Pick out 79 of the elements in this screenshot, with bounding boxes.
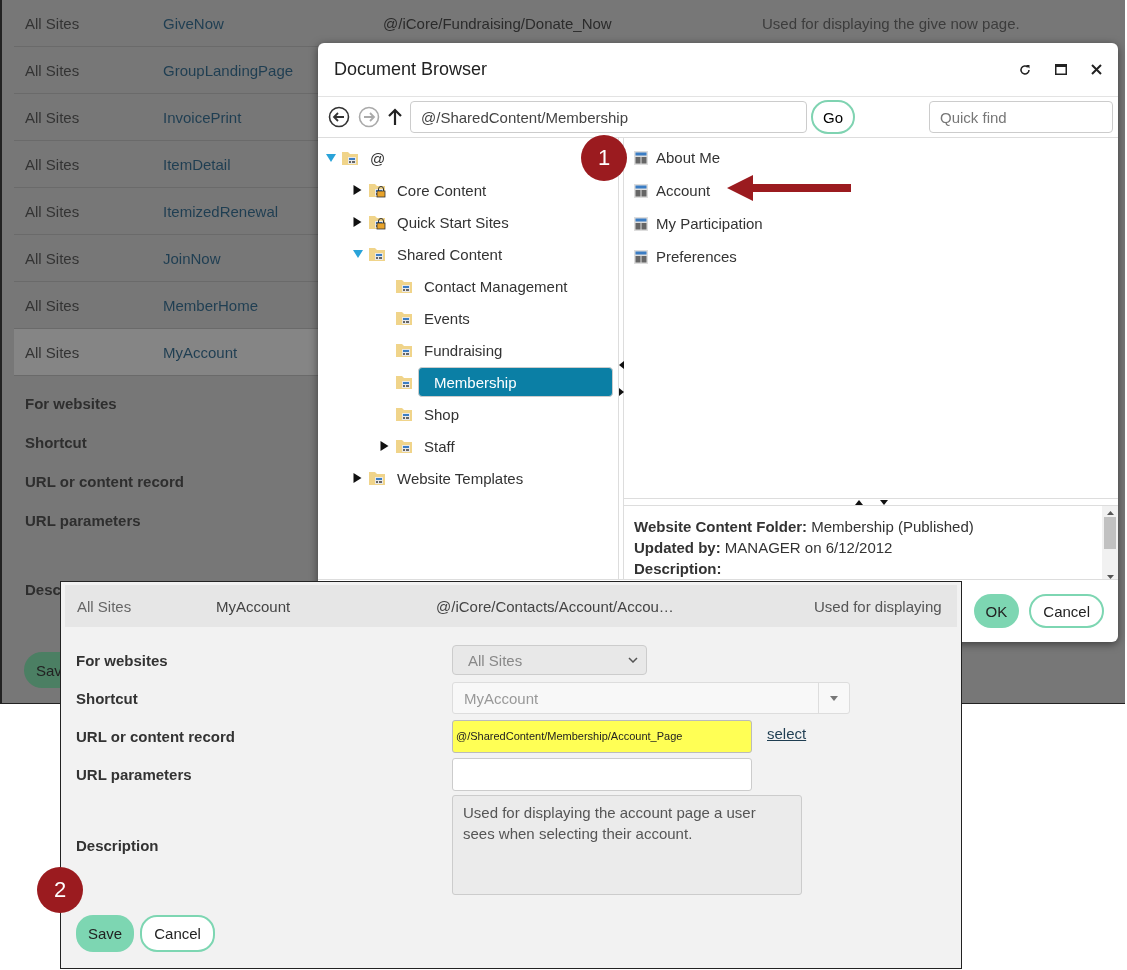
scrollbar[interactable] <box>1102 506 1118 579</box>
table-cell-text: All Sites <box>24 14 81 32</box>
refresh-icon[interactable] <box>1019 63 1031 76</box>
save-button[interactable]: Save <box>76 915 135 952</box>
ok-button[interactable]: OK <box>973 594 1020 628</box>
table-cell-text: @/iCore/Fundraising/Donate_Now <box>383 14 613 32</box>
table-cell: Used for displaying <box>814 597 942 615</box>
page-icon <box>634 249 648 264</box>
quick-find-field[interactable]: Quick find <box>929 101 1113 133</box>
document-item[interactable]: About Me <box>656 149 721 166</box>
dialog-title: Document Browser <box>334 59 489 80</box>
table-cell-text: All Sites <box>24 343 81 361</box>
field-label: Shortcut <box>76 689 139 707</box>
cancel-button[interactable]: Cancel <box>140 915 215 952</box>
table-cell-text: All Sites <box>24 108 81 126</box>
dropdown-arrow-icon[interactable] <box>830 695 838 701</box>
table-cell-text: All Sites <box>24 155 81 173</box>
table-cell-text: All Sites <box>24 249 81 267</box>
collapse-arrow-icon[interactable] <box>380 441 390 451</box>
collapse-arrow-icon[interactable] <box>353 473 363 483</box>
go-button[interactable]: Go <box>811 100 855 134</box>
page-icon <box>634 183 648 198</box>
back-icon[interactable] <box>328 106 350 128</box>
document-item[interactable]: Account <box>656 182 711 199</box>
tree-item[interactable]: Shop <box>418 399 466 429</box>
tree-item[interactable]: Events <box>418 303 476 333</box>
collapse-left-icon[interactable] <box>618 361 624 369</box>
close-icon[interactable] <box>1091 64 1102 75</box>
page-icon <box>634 216 648 231</box>
field-label: URL parameters <box>25 512 141 529</box>
field-label: Desc <box>25 581 61 598</box>
field-label: URL parameters <box>76 765 193 783</box>
cancel-button[interactable]: Cancel <box>1029 594 1104 628</box>
tree-item[interactable]: Website Templates <box>391 463 530 493</box>
document-item[interactable]: Preferences <box>656 248 737 265</box>
scroll-up-icon[interactable] <box>1106 511 1114 515</box>
table-cell-text: MyAccount <box>216 597 292 615</box>
page-icon <box>634 150 648 165</box>
collapse-down-icon[interactable] <box>879 500 888 505</box>
scroll-down-icon[interactable] <box>1106 575 1114 579</box>
maximize-icon[interactable] <box>1055 64 1067 75</box>
collapse-arrow-icon[interactable] <box>353 185 363 195</box>
detail-line: Website Content Folder: Membership (Published) <box>634 517 975 537</box>
field-label: For websites <box>25 395 117 412</box>
description-field[interactable]: Used for displaying the account page a user sees when selecting their account. <box>452 795 802 895</box>
expand-arrow-icon[interactable] <box>326 153 336 163</box>
tree-item[interactable]: Staff <box>418 431 461 461</box>
field-label: URL or content record <box>25 473 184 490</box>
expand-up-icon[interactable] <box>854 500 863 505</box>
url-field[interactable]: @/SharedContent/Membership/Account_Page <box>452 719 752 753</box>
tree-item[interactable]: @ <box>364 143 392 173</box>
table-cell-text: All Sites <box>24 61 81 79</box>
tree-item[interactable]: Shared Content <box>391 239 509 269</box>
field-label: Description <box>76 836 160 854</box>
url-parameters-field[interactable] <box>452 757 752 791</box>
field-label: Shortcut <box>25 434 87 451</box>
document-item[interactable]: My Participation <box>656 215 763 232</box>
collapse-arrow-icon[interactable] <box>353 217 363 227</box>
table-cell-text: All Sites <box>24 202 81 220</box>
select-link[interactable]: select <box>767 724 807 742</box>
tree-item[interactable]: Core Content <box>391 175 493 205</box>
detail-line: Updated by: MANAGER on 6/12/2012 <box>634 538 894 558</box>
tree-item[interactable]: Quick Start Sites <box>391 207 515 237</box>
up-arrow-icon[interactable] <box>388 108 402 126</box>
table-cell-text: All Sites <box>76 597 133 615</box>
step-badge: 2 <box>37 867 83 913</box>
table-cell-text: @/iCore/Contacts/Account/Accou… <box>436 597 675 615</box>
detail-line: Description: <box>634 559 723 579</box>
table-cell-text: All Sites <box>24 296 81 314</box>
field-label: URL or content record <box>76 727 236 745</box>
chevron-down-icon <box>628 657 638 663</box>
expand-arrow-icon[interactable] <box>353 249 363 259</box>
path-field[interactable]: @/SharedContent/Membership <box>410 101 807 133</box>
table-cell: Used for displaying the give now page. <box>762 14 1020 32</box>
expand-right-icon[interactable] <box>618 388 624 396</box>
tree-item[interactable]: Fundraising <box>418 335 509 365</box>
tree-item[interactable]: Membership <box>418 367 613 397</box>
field-label: For websites <box>76 651 169 669</box>
tree-item[interactable]: Contact Management <box>418 271 574 301</box>
